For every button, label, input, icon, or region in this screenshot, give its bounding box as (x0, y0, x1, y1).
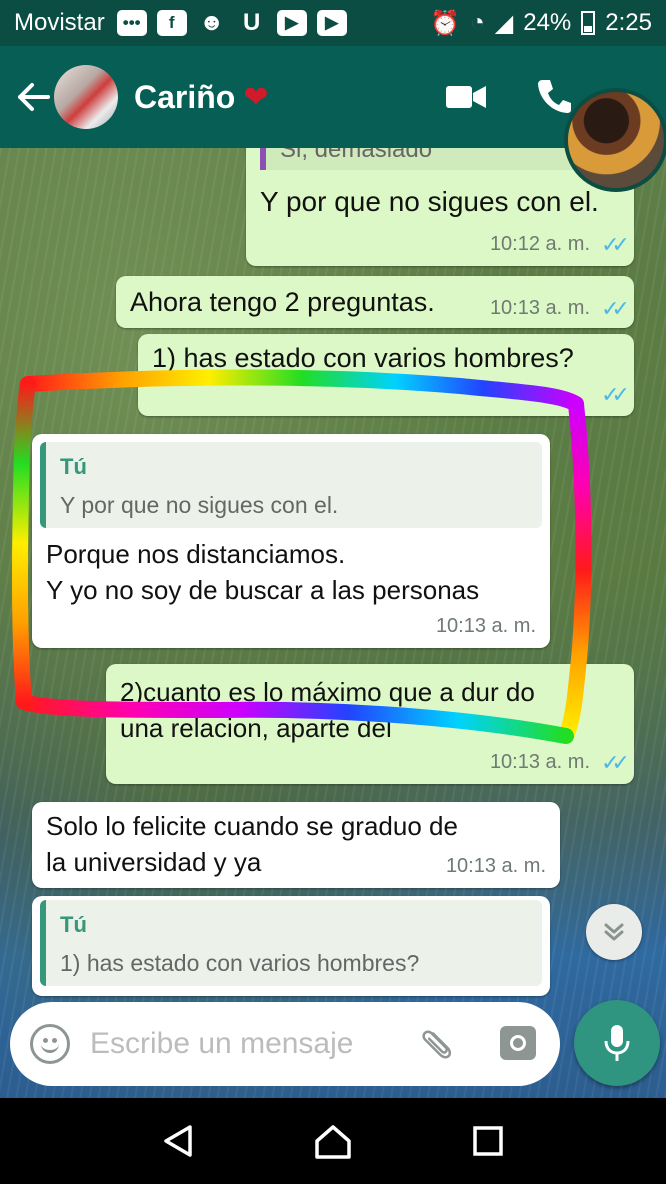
double-chevron-down-icon (604, 923, 624, 941)
heart-emoji-icon: ❤ (243, 80, 269, 114)
wifi-icon: ◔ (470, 9, 485, 36)
arrow-left-icon (18, 83, 50, 111)
carrier-label: Movistar (14, 9, 105, 36)
u-app-icon: U (243, 9, 261, 36)
camera-icon (510, 1035, 526, 1051)
status-bar: Movistar ••• f ☻ U ▶ ▶ ⏰ ◔ ◢ 24% 2:25 (0, 0, 666, 46)
contact-avatar[interactable] (54, 65, 118, 129)
microphone-icon (604, 1025, 630, 1061)
nav-home-button[interactable] (303, 1111, 363, 1171)
back-button[interactable] (6, 67, 60, 127)
paperclip-icon (422, 1030, 452, 1059)
camera-button[interactable] (500, 1026, 536, 1060)
messenger-icon: ☻ (199, 9, 225, 36)
clock: 2:25 (605, 9, 652, 36)
rainbow-highlight-drawing (12, 369, 592, 744)
phone-icon (538, 80, 571, 113)
facebook-icon: f (156, 10, 187, 36)
system-navigation-bar (0, 1098, 666, 1184)
chat-area[interactable]: Si, demasiado Y por que no sigues con el… (0, 148, 666, 1098)
emoji-icon (41, 1043, 59, 1053)
alarm-icon: ⏰ (430, 9, 461, 37)
chat-notification-icon: ••• (116, 10, 147, 36)
triangle-back-icon (163, 1125, 192, 1157)
home-icon (315, 1125, 351, 1159)
voice-message-button[interactable] (574, 1000, 660, 1086)
emoji-button[interactable] (30, 1024, 70, 1064)
nav-back-button[interactable] (148, 1111, 208, 1171)
battery-icon (581, 11, 596, 35)
system-status: ⏰ ◔ ◢ 24% 2:25 (430, 9, 652, 38)
youtube-icon-2: ▶ (316, 10, 347, 36)
notification-icons: ••• f ☻ U ▶ ▶ (116, 9, 347, 36)
floating-profile-photo[interactable] (564, 88, 666, 192)
battery-percent: 24% (523, 9, 572, 36)
square-recents-icon (473, 1126, 504, 1156)
nav-recents-button[interactable] (458, 1111, 518, 1171)
attach-button[interactable] (410, 1016, 467, 1073)
scroll-to-bottom-button[interactable] (586, 904, 642, 960)
video-call-button[interactable] (436, 67, 496, 127)
message-composer (10, 1002, 560, 1086)
youtube-icon: ▶ (276, 10, 307, 36)
signal-icon: ◢ (494, 9, 514, 37)
video-camera-icon (446, 86, 486, 108)
contact-name[interactable]: Cariño (134, 79, 235, 116)
message-input[interactable] (90, 1022, 400, 1066)
